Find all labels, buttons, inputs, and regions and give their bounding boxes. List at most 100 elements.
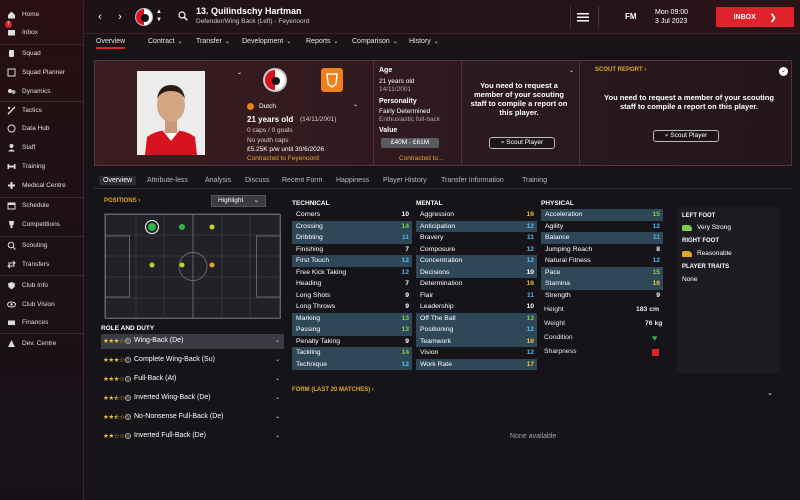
fm-logo[interactable]: FM <box>625 12 637 21</box>
player-navigation-arrows[interactable]: ▲ ▼ <box>156 8 162 24</box>
chevron-down-icon[interactable]: ⌄ <box>275 394 280 401</box>
sidebar-item-club-vision[interactable]: Club Vision <box>0 296 84 312</box>
scout-player-button[interactable]: ⌕ Scout Player <box>489 137 555 149</box>
sidebar-item-inbox[interactable]: Inbox 7 <box>0 21 84 40</box>
tab-transfer-information[interactable]: Transfer Information <box>441 177 504 184</box>
role-row[interactable]: ★★★☆☆ i Full-Back (At) ⌄ <box>101 372 284 387</box>
role-row[interactable]: ★★★☆☆ i Wing-Back (De) ⌄ <box>101 334 284 349</box>
scout-report-player-button[interactable]: ⌕ Scout Player <box>653 130 719 142</box>
mental-attribute-row[interactable]: Flair 11 <box>416 290 537 302</box>
scout-report-title[interactable]: SCOUT REPORT › <box>595 67 646 73</box>
physical-attribute-row[interactable]: Agility 12 <box>541 221 663 233</box>
tab-recent-form[interactable]: Recent Form <box>282 177 322 184</box>
form-title[interactable]: FORM (LAST 20 MATCHES) › <box>292 387 374 393</box>
chevron-down-icon[interactable]: ⌄ <box>275 337 280 344</box>
sidebar-item-dynamics[interactable]: Dynamics <box>0 83 84 99</box>
physical-attribute-row[interactable]: Acceleration 15 <box>541 209 663 221</box>
technical-attribute-row[interactable]: Tackling 14 <box>292 347 412 359</box>
mental-attribute-row[interactable]: Decisions 10 <box>416 266 537 278</box>
inbox-continue-button[interactable]: INBOX ❯ <box>716 7 794 27</box>
sidebar-item-scouting[interactable]: Scouting <box>0 237 84 253</box>
sidebar-item-squad-planner[interactable]: Squad Planner <box>0 64 84 80</box>
technical-attribute-row[interactable]: Long Shots 9 <box>292 290 412 302</box>
chevron-down-icon[interactable]: ⌄ <box>275 375 280 382</box>
sidebar-item-dev-centre[interactable]: Dev. Centre <box>0 335 84 351</box>
technical-attribute-row[interactable]: Finishing 7 <box>292 244 412 256</box>
sidebar-item-competitions[interactable]: Competitions <box>0 216 84 232</box>
info-icon[interactable]: i <box>125 338 131 344</box>
back-button[interactable]: ‹ <box>94 11 106 23</box>
subnav-comparison[interactable]: Comparison ⌄ <box>352 38 398 45</box>
subnav-development[interactable]: Development ⌄ <box>242 38 291 45</box>
current-date[interactable]: Mon 09:00 3 Jul 2023 <box>655 8 688 26</box>
technical-attribute-row[interactable]: Crossing 14 <box>292 220 412 232</box>
technical-attribute-row[interactable]: Free Kick Taking 12 <box>292 267 412 279</box>
sidebar-item-club-info[interactable]: Club Info <box>0 277 84 293</box>
tab-overview[interactable]: Overview <box>99 176 137 185</box>
mental-attribute-row[interactable]: Anticipation 12 <box>416 220 537 232</box>
chevron-down-icon[interactable]: ⌄ <box>275 432 280 439</box>
tab-analysis[interactable]: Analysis <box>205 177 231 184</box>
tab-happiness[interactable]: Happiness <box>336 177 369 184</box>
chevron-down-icon[interactable]: ⌄ <box>237 69 242 76</box>
mental-attribute-row[interactable]: Positioning 12 <box>416 324 537 336</box>
physical-attribute-row[interactable]: Strength 9 <box>541 290 663 302</box>
mental-attribute-row[interactable]: Concentration 12 <box>416 255 537 267</box>
sidebar-item-tactics[interactable]: Tactics <box>0 102 84 118</box>
info-icon[interactable]: i <box>125 395 131 401</box>
technical-attribute-row[interactable]: First Touch 12 <box>292 255 412 267</box>
physical-attribute-row[interactable]: Jumping Reach 8 <box>541 244 663 256</box>
chevron-down-icon[interactable]: ⌄ <box>569 67 574 74</box>
physical-attribute-row[interactable]: Stamina 16 <box>541 278 663 290</box>
subnav-overview[interactable]: Overview <box>96 38 126 49</box>
chevron-down-icon[interactable]: ⌄ <box>767 389 773 397</box>
info-icon[interactable]: i <box>125 414 131 420</box>
mental-attribute-row[interactable]: Determination 16 <box>416 278 537 290</box>
tab-attribute-less[interactable]: Attribute-less <box>147 177 188 184</box>
technical-attribute-row[interactable]: Long Throws 9 <box>292 301 412 313</box>
role-row[interactable]: ★★☆☆☆ i Inverted Full-Back (De) ⌄ <box>101 429 284 444</box>
search-icon[interactable] <box>178 11 188 21</box>
highlight-dropdown[interactable]: Highlight ⌄ <box>211 195 266 207</box>
sidebar-item-transfers[interactable]: Transfers <box>0 256 84 272</box>
forward-button[interactable]: › <box>114 11 126 23</box>
sidebar-item-staff[interactable]: Staff <box>0 139 84 155</box>
role-row[interactable]: ★★★☆☆ i Complete Wing-Back (Su) ⌄ <box>101 353 284 368</box>
info-icon[interactable]: i <box>125 357 131 363</box>
mental-attribute-row[interactable]: Work Rate 17 <box>416 358 537 370</box>
subnav-contract[interactable]: Contract ⌄ <box>148 38 183 45</box>
technical-attribute-row[interactable]: Corners 10 <box>292 209 412 221</box>
physical-attribute-row[interactable]: Natural Fitness 12 <box>541 255 663 267</box>
sidebar-item-medical-centre[interactable]: Medical Centre <box>0 177 84 193</box>
technical-attribute-row[interactable]: Marking 13 <box>292 312 412 324</box>
mental-attribute-row[interactable]: Off The Ball 13 <box>416 312 537 324</box>
positions-title[interactable]: POSITIONS › <box>104 198 140 204</box>
nation-crest[interactable] <box>321 68 343 92</box>
technical-attribute-row[interactable]: Dribbling 11 <box>292 232 412 244</box>
club-crest-small[interactable] <box>135 8 153 26</box>
sidebar-item-schedule[interactable]: Schedule <box>0 197 84 213</box>
tab-training[interactable]: Training <box>522 177 547 184</box>
sidebar-item-data-hub[interactable]: Data Hub <box>0 120 84 136</box>
chevron-down-icon[interactable]: ⌄ <box>275 413 280 420</box>
subnav-transfer[interactable]: Transfer ⌄ <box>196 38 230 45</box>
subnav-history[interactable]: History ⌄ <box>409 38 439 45</box>
technical-attribute-row[interactable]: Passing 13 <box>292 324 412 336</box>
chevron-down-icon[interactable]: ⌄ <box>275 356 280 363</box>
info-icon[interactable]: i <box>125 376 131 382</box>
club-crest[interactable] <box>263 68 287 92</box>
subnav-reports[interactable]: Reports ⌄ <box>306 38 339 45</box>
physical-attribute-row[interactable]: Pace 15 <box>541 266 663 278</box>
mental-attribute-row[interactable]: Bravery 11 <box>416 232 537 244</box>
technical-attribute-row[interactable]: Technique 12 <box>292 358 412 370</box>
info-icon[interactable]: i <box>125 433 131 439</box>
tab-discuss[interactable]: Discuss <box>245 177 270 184</box>
tab-player-history[interactable]: Player History <box>383 177 427 184</box>
sidebar-item-training[interactable]: Training <box>0 158 84 174</box>
sidebar-item-home[interactable]: Home <box>0 6 84 22</box>
mental-attribute-row[interactable]: Vision 12 <box>416 347 537 359</box>
sidebar-item-finances[interactable]: Finances <box>0 314 84 330</box>
mental-attribute-row[interactable]: Aggression 16 <box>416 209 537 221</box>
technical-attribute-row[interactable]: Penalty Taking 9 <box>292 336 412 348</box>
role-row[interactable]: ★★⯪☆☆ i No-Nonsense Full-Back (De) ⌄ <box>101 410 284 425</box>
